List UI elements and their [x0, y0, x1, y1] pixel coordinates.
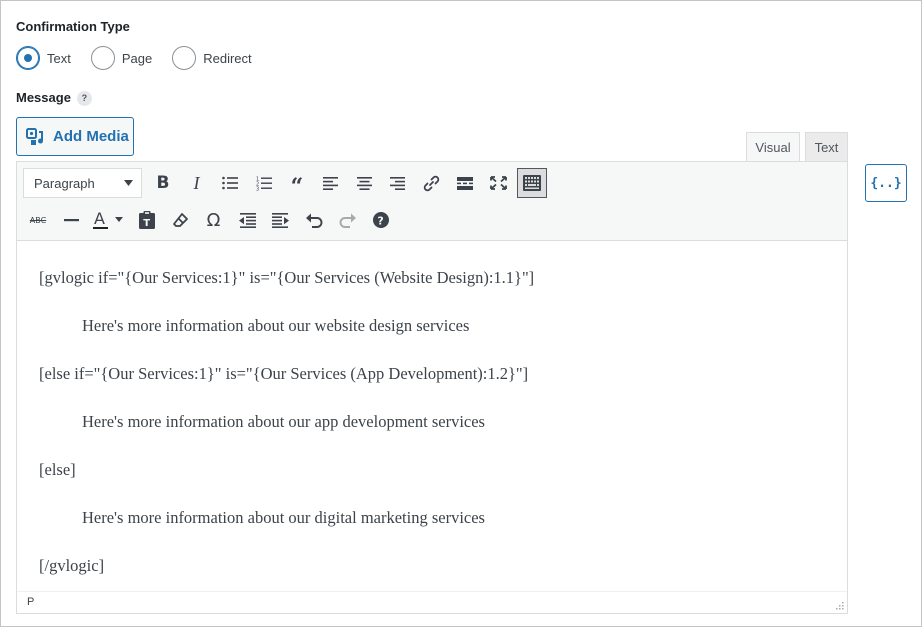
strikethrough-icon: ABC [29, 215, 47, 225]
special-character-button[interactable]: Ω [199, 205, 229, 235]
outdent-button[interactable] [232, 205, 262, 235]
align-center-button[interactable] [349, 168, 379, 198]
svg-text:3: 3 [256, 186, 259, 191]
paste-text-button[interactable]: T [132, 205, 162, 235]
merge-tags-button[interactable]: {..} [865, 164, 907, 202]
format-select[interactable]: Paragraph [23, 168, 142, 198]
text-color-button[interactable]: A [90, 205, 128, 235]
redo-button[interactable] [333, 205, 363, 235]
bold-button[interactable]: B [148, 168, 178, 198]
tab-visual[interactable]: Visual [746, 132, 800, 162]
toolbar-row-2: ABC A T Ω ? [23, 205, 400, 235]
blockquote-icon: “ [290, 173, 304, 200]
radio-redirect[interactable] [172, 46, 197, 70]
link-button[interactable] [416, 168, 446, 198]
numbered-list-icon: 123 [256, 176, 272, 191]
content-line: [gvlogic if="{Our Services:1}" is="{Our … [39, 268, 535, 287]
toolbar-toggle-icon [522, 175, 541, 191]
help-icon[interactable]: ? [76, 90, 92, 106]
content-line: Here's more information about our app de… [82, 412, 485, 431]
confirmation-settings-panel: Confirmation Type Text Page Redirect Mes… [0, 0, 922, 627]
message-label: Message [16, 90, 71, 105]
bold-icon: B [156, 173, 170, 193]
undo-icon [305, 213, 322, 228]
format-select-value: Paragraph [34, 175, 95, 191]
resize-handle-icon[interactable] [834, 600, 844, 610]
special-character-icon: Ω [206, 209, 221, 231]
tab-text[interactable]: Text [805, 132, 848, 162]
horizontal-line-button[interactable] [57, 205, 87, 235]
message-label-row: Message? [16, 90, 92, 106]
strikethrough-button[interactable]: ABC [23, 205, 53, 235]
toolbar-toggle-button[interactable] [516, 168, 547, 198]
content-line: Here's more information about our websit… [82, 316, 470, 335]
read-more-icon [456, 176, 473, 190]
add-media-button[interactable]: Add Media [16, 117, 134, 156]
undo-button[interactable] [299, 205, 329, 235]
toolbar-row-1: Paragraph B I 123 “ [23, 168, 550, 198]
fullscreen-button[interactable] [483, 168, 513, 198]
editor-statusbar: P [17, 591, 847, 613]
clear-formatting-button[interactable] [165, 205, 195, 235]
align-right-button[interactable] [383, 168, 413, 198]
align-left-button[interactable] [316, 168, 346, 198]
text-color-icon: A [93, 210, 123, 229]
link-icon [423, 175, 439, 191]
italic-icon: I [193, 172, 200, 193]
add-media-label: Add Media [53, 128, 129, 145]
outdent-icon [238, 212, 256, 228]
content-line: [else if="{Our Services:1}" is="{Our Ser… [39, 364, 529, 383]
confirmation-type-radio-group: Text Page Redirect [16, 46, 272, 70]
numbered-list-button[interactable]: 123 [249, 168, 279, 198]
bulleted-list-icon [222, 176, 238, 190]
merge-tags-icon: {..} [870, 175, 902, 191]
svg-text:?: ? [377, 214, 383, 227]
radio-option-page[interactable]: Page [90, 46, 153, 70]
radio-selected-dot [24, 54, 32, 62]
confirmation-type-label: Confirmation Type [16, 19, 130, 34]
radio-text-label: Text [47, 50, 71, 66]
radio-text[interactable] [16, 46, 40, 70]
indent-button[interactable] [266, 205, 296, 235]
paste-text-icon: T [138, 211, 155, 229]
radio-page[interactable] [90, 46, 115, 70]
content-line: [else] [39, 460, 76, 479]
content-line: [/gvlogic] [39, 556, 105, 575]
redo-icon [339, 213, 356, 228]
read-more-button[interactable] [450, 168, 480, 198]
editor-content[interactable]: [gvlogic if="{Our Services:1}" is="{Our … [17, 242, 847, 592]
editor-toolbar: Paragraph B I 123 “ ABC A T Ω ? [17, 162, 847, 241]
radio-option-redirect[interactable]: Redirect [172, 46, 252, 70]
clear-formatting-icon [172, 212, 188, 227]
element-path[interactable]: P [27, 596, 34, 608]
fullscreen-icon [489, 176, 507, 190]
keyboard-help-button[interactable]: ? [366, 205, 396, 235]
align-right-icon [390, 176, 405, 190]
keyboard-help-icon: ? [373, 212, 389, 228]
bulleted-list-button[interactable] [215, 168, 245, 198]
align-center-icon [356, 176, 372, 190]
italic-button[interactable]: I [182, 168, 212, 198]
svg-text:A: A [94, 210, 105, 228]
svg-text:T: T [143, 218, 150, 229]
indent-icon [272, 212, 289, 228]
blockquote-button[interactable]: “ [282, 168, 312, 198]
radio-page-label: Page [121, 50, 153, 66]
align-left-icon [323, 176, 338, 190]
rich-text-editor: Paragraph B I 123 “ ABC A T Ω ? [gvlogic… [16, 161, 848, 614]
radio-option-text[interactable]: Text [16, 46, 71, 70]
radio-redirect-label: Redirect [203, 50, 252, 66]
horizontal-line-icon [64, 218, 79, 221]
add-media-icon [26, 127, 44, 145]
chevron-down-icon [124, 180, 133, 186]
content-line: Here's more information about our digita… [82, 508, 485, 527]
